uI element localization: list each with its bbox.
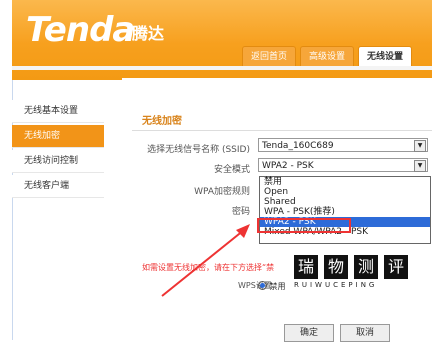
router-admin-window: Tenda 腾达 返回首页 高级设置 无线设置 无线基本设置 无线加密 无线访问… xyxy=(0,0,432,342)
tab-advanced[interactable]: 高级设置 xyxy=(300,46,355,67)
sidebar-item-access-control[interactable]: 无线访问控制 xyxy=(12,150,104,173)
watermark-char: 评 xyxy=(384,255,408,279)
ok-button[interactable]: 确定 xyxy=(284,324,334,342)
password-label: 密码 xyxy=(231,207,250,217)
tab-home[interactable]: 返回首页 xyxy=(242,46,297,67)
tab-wireless[interactable]: 无线设置 xyxy=(358,46,413,67)
brand-logo: Tenda xyxy=(26,10,135,50)
wpa-rule-label: WPA加密规则 xyxy=(194,187,250,197)
wps-value: 禁用 xyxy=(269,282,286,291)
chevron-down-icon[interactable]: ▼ xyxy=(414,140,426,152)
dropdown-option[interactable]: Shared xyxy=(260,197,430,207)
watermark-char: 瑞 xyxy=(294,255,318,279)
wps-radio[interactable]: 禁用 xyxy=(258,280,286,292)
ssid-select[interactable]: Tenda_160C689 ▼ xyxy=(258,138,428,152)
sidebar-item-encryption[interactable]: 无线加密 xyxy=(12,125,104,148)
section-divider xyxy=(132,130,432,131)
dropdown-option[interactable]: 禁用 xyxy=(260,177,430,187)
watermark: 瑞物测评 RUIWUCEPING xyxy=(294,255,419,289)
dropdown-option[interactable]: Open xyxy=(260,187,430,197)
ssid-label: 选择无线信号名称 (SSID) xyxy=(147,145,250,155)
ssid-value: Tenda_160C689 xyxy=(262,141,334,151)
highlight-box xyxy=(257,218,351,233)
sidebar-item-basic[interactable]: 无线基本设置 xyxy=(12,100,104,123)
watermark-char: 物 xyxy=(324,255,348,279)
security-mode-label: 安全模式 xyxy=(213,165,250,175)
security-mode-dropdown[interactable]: 禁用 Open Shared WPA - PSK(推荐) WPA2 - PSK … xyxy=(259,176,431,244)
sidebar: 无线基本设置 无线加密 无线访问控制 无线客户端 xyxy=(12,100,104,200)
security-mode-select[interactable]: WPA2 - PSK ▼ xyxy=(258,158,428,172)
security-mode-value: WPA2 - PSK xyxy=(262,161,314,171)
cancel-button[interactable]: 取消 xyxy=(340,324,390,342)
watermark-char: 测 xyxy=(354,255,378,279)
warning-text: 如需设置无线加密，请在下方选择“禁 xyxy=(142,263,275,272)
watermark-sub: RUIWUCEPING xyxy=(294,281,378,289)
radio-icon[interactable] xyxy=(258,281,267,290)
header-separator xyxy=(12,66,432,70)
sidebar-item-clients[interactable]: 无线客户端 xyxy=(12,175,104,198)
brand-logo-cn: 腾达 xyxy=(132,24,165,43)
dropdown-option[interactable]: WPA - PSK(推荐) xyxy=(260,207,430,217)
top-tabs: 返回首页 高级设置 无线设置 xyxy=(242,46,413,67)
section-title: 无线加密 xyxy=(142,116,182,127)
chevron-down-icon[interactable]: ▼ xyxy=(414,160,426,172)
